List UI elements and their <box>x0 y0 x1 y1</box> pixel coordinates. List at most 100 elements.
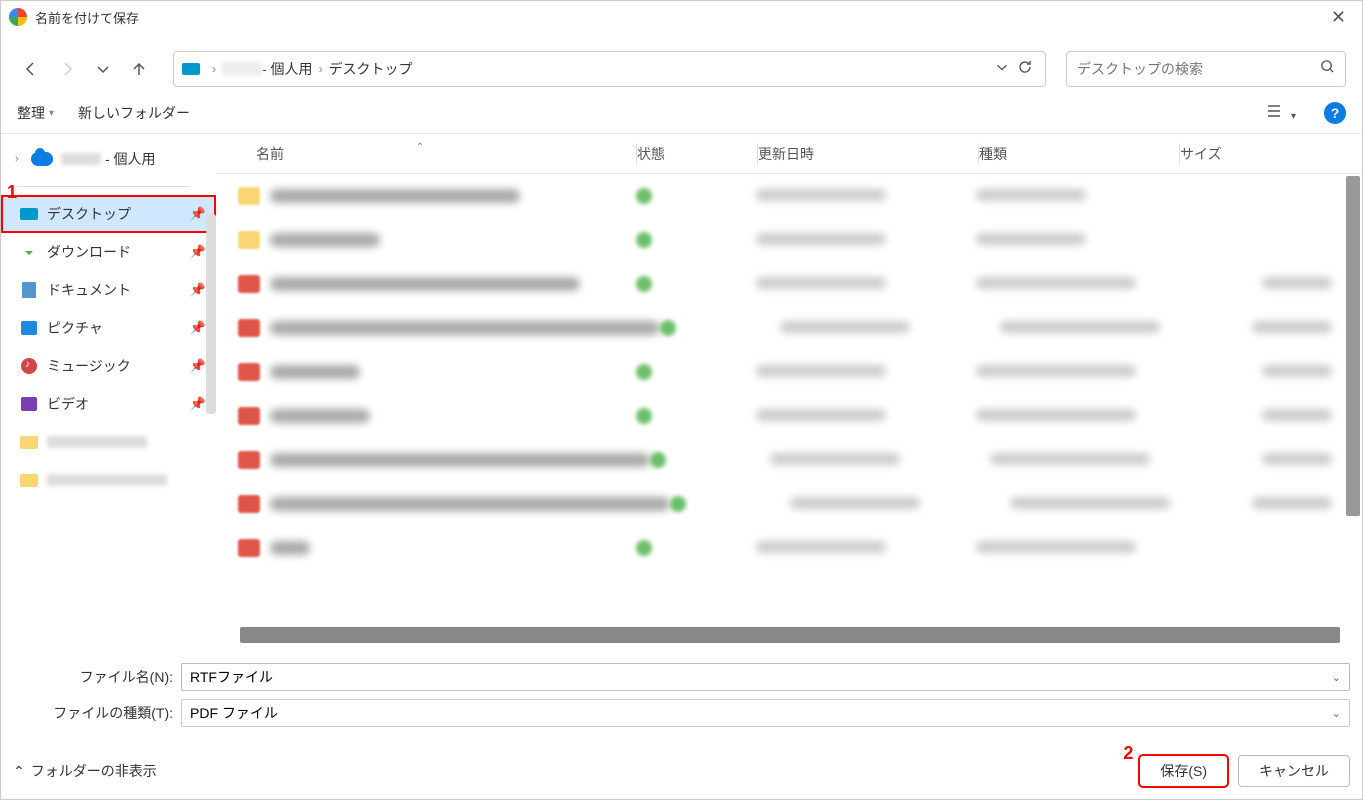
new-folder-button[interactable]: 新しいフォルダー <box>78 103 190 123</box>
column-name[interactable]: ⌃名前 <box>216 144 636 164</box>
status-dot <box>660 320 676 336</box>
search-input[interactable] <box>1077 61 1320 77</box>
date-blurred <box>780 321 910 333</box>
chevron-right-icon[interactable]: › <box>212 62 216 76</box>
sidebar-item-documents[interactable]: ドキュメント 📌 <box>1 271 216 309</box>
organize-button[interactable]: 整理 ▾ <box>17 103 54 123</box>
file-row[interactable] <box>216 306 1362 350</box>
column-date[interactable]: 更新日時 <box>758 144 978 164</box>
help-button[interactable]: ? <box>1324 102 1346 124</box>
folder-icon <box>238 231 260 249</box>
pin-icon[interactable]: 📌 <box>190 358 206 374</box>
type-blurred <box>976 189 1086 201</box>
breadcrumb-personal[interactable]: - 個人用 <box>262 59 313 79</box>
file-row[interactable] <box>216 218 1362 262</box>
form-area: ファイル名(N): RTFファイル ⌄ ファイルの種類(T): PDF ファイル… <box>1 647 1362 743</box>
column-size[interactable]: サイズ <box>1180 144 1362 164</box>
picture-icon <box>21 321 37 335</box>
sidebar-item-video[interactable]: ビデオ 📌 <box>1 385 216 423</box>
desktop-icon <box>20 208 38 220</box>
pin-icon[interactable]: 📌 <box>190 206 206 222</box>
date-blurred <box>756 233 886 245</box>
up-button[interactable] <box>125 55 153 83</box>
chevron-right-icon[interactable]: › <box>319 62 323 76</box>
file-row[interactable] <box>216 526 1362 570</box>
sidebar-item-blurred[interactable] <box>1 461 216 499</box>
pin-icon[interactable]: 📌 <box>190 282 206 298</box>
sidebar-item-downloads[interactable]: ダウンロード 📌 <box>1 233 216 271</box>
vertical-scrollbar[interactable] <box>1346 176 1360 516</box>
sidebar-item-label: ドキュメント <box>47 280 131 300</box>
recent-dropdown[interactable] <box>89 55 117 83</box>
horizontal-scrollbar[interactable] <box>240 627 1340 643</box>
hide-folders-button[interactable]: ⌃ フォルダーの非表示 <box>13 761 157 781</box>
folder-icon <box>238 187 260 205</box>
status-dot <box>650 452 666 468</box>
forward-button[interactable] <box>53 55 81 83</box>
date-blurred <box>756 189 886 201</box>
sidebar-item-blurred[interactable] <box>1 423 216 461</box>
breadcrumb-user-blurred[interactable] <box>222 62 262 76</box>
column-state[interactable]: 状態 <box>637 144 757 164</box>
search-icon[interactable] <box>1320 59 1335 79</box>
filename-input[interactable]: RTFファイル ⌄ <box>181 663 1350 691</box>
chevron-down-icon[interactable]: ⌄ <box>1332 671 1341 684</box>
tree-onedrive[interactable]: › - 個人用 <box>1 140 216 178</box>
pin-icon[interactable]: 📌 <box>190 320 206 336</box>
chevron-right-icon[interactable]: › <box>15 153 27 165</box>
file-row[interactable] <box>216 438 1362 482</box>
search-box[interactable] <box>1066 51 1346 87</box>
sidebar-item-label: ダウンロード <box>47 242 131 262</box>
save-button[interactable]: 保存(S) <box>1139 755 1228 787</box>
file-row[interactable] <box>216 262 1362 306</box>
annotation-2: 2 <box>1123 743 1133 764</box>
file-row[interactable] <box>216 350 1362 394</box>
pdf-icon <box>238 363 260 381</box>
filename-blurred <box>270 233 380 247</box>
address-bar[interactable]: › - 個人用 › デスクトップ <box>173 51 1046 87</box>
close-icon[interactable]: ✕ <box>1323 3 1354 32</box>
type-blurred <box>976 233 1086 245</box>
size-blurred <box>1252 497 1332 509</box>
status-dot <box>636 408 652 424</box>
folder-icon <box>20 436 38 449</box>
user-label-blurred <box>61 153 101 165</box>
pdf-icon <box>238 319 260 337</box>
date-blurred <box>756 541 886 553</box>
footer: ⌃ フォルダーの非表示 2 保存(S) キャンセル <box>1 743 1362 799</box>
file-row[interactable] <box>216 394 1362 438</box>
view-button[interactable]: ▾ <box>1263 99 1300 128</box>
filename-blurred <box>270 189 520 203</box>
refresh-button[interactable] <box>1013 55 1037 84</box>
status-dot <box>636 188 652 204</box>
chevron-down-icon[interactable]: ⌄ <box>1332 707 1341 720</box>
sidebar: › - 個人用 1 デスクトップ 📌 ダウンロード 📌 ドキュメント 📌 ピクチ… <box>1 134 216 647</box>
address-dropdown[interactable] <box>991 56 1013 83</box>
sidebar-item-music[interactable]: ミュージック 📌 <box>1 347 216 385</box>
personal-suffix: - 個人用 <box>105 149 156 169</box>
date-blurred <box>770 453 900 465</box>
main-area: › - 個人用 1 デスクトップ 📌 ダウンロード 📌 ドキュメント 📌 ピクチ… <box>1 133 1362 647</box>
sidebar-scrollbar[interactable] <box>206 214 216 414</box>
sidebar-item-pictures[interactable]: ピクチャ 📌 <box>1 309 216 347</box>
pdf-icon <box>238 451 260 469</box>
file-row[interactable] <box>216 482 1362 526</box>
column-type[interactable]: 種類 <box>979 144 1179 164</box>
breadcrumb-desktop[interactable]: デスクトップ <box>329 59 413 79</box>
type-blurred <box>1010 497 1170 509</box>
filename-blurred <box>270 497 670 511</box>
nav-bar: › - 個人用 › デスクトップ <box>1 45 1362 93</box>
pin-icon[interactable]: 📌 <box>190 244 206 260</box>
filetype-select[interactable]: PDF ファイル ⌄ <box>181 699 1350 727</box>
cancel-button[interactable]: キャンセル <box>1238 755 1350 787</box>
type-blurred <box>976 365 1136 377</box>
annotation-1: 1 <box>7 182 17 203</box>
sidebar-item-desktop[interactable]: デスクトップ 📌 <box>1 195 216 233</box>
pin-icon[interactable]: 📌 <box>190 396 206 412</box>
back-button[interactable] <box>17 55 45 83</box>
toolbar: 整理 ▾ 新しいフォルダー ▾ ? <box>1 93 1362 133</box>
file-row[interactable] <box>216 174 1362 218</box>
date-blurred <box>756 277 886 289</box>
sidebar-item-label: ビデオ <box>47 394 89 414</box>
type-blurred <box>976 277 1136 289</box>
